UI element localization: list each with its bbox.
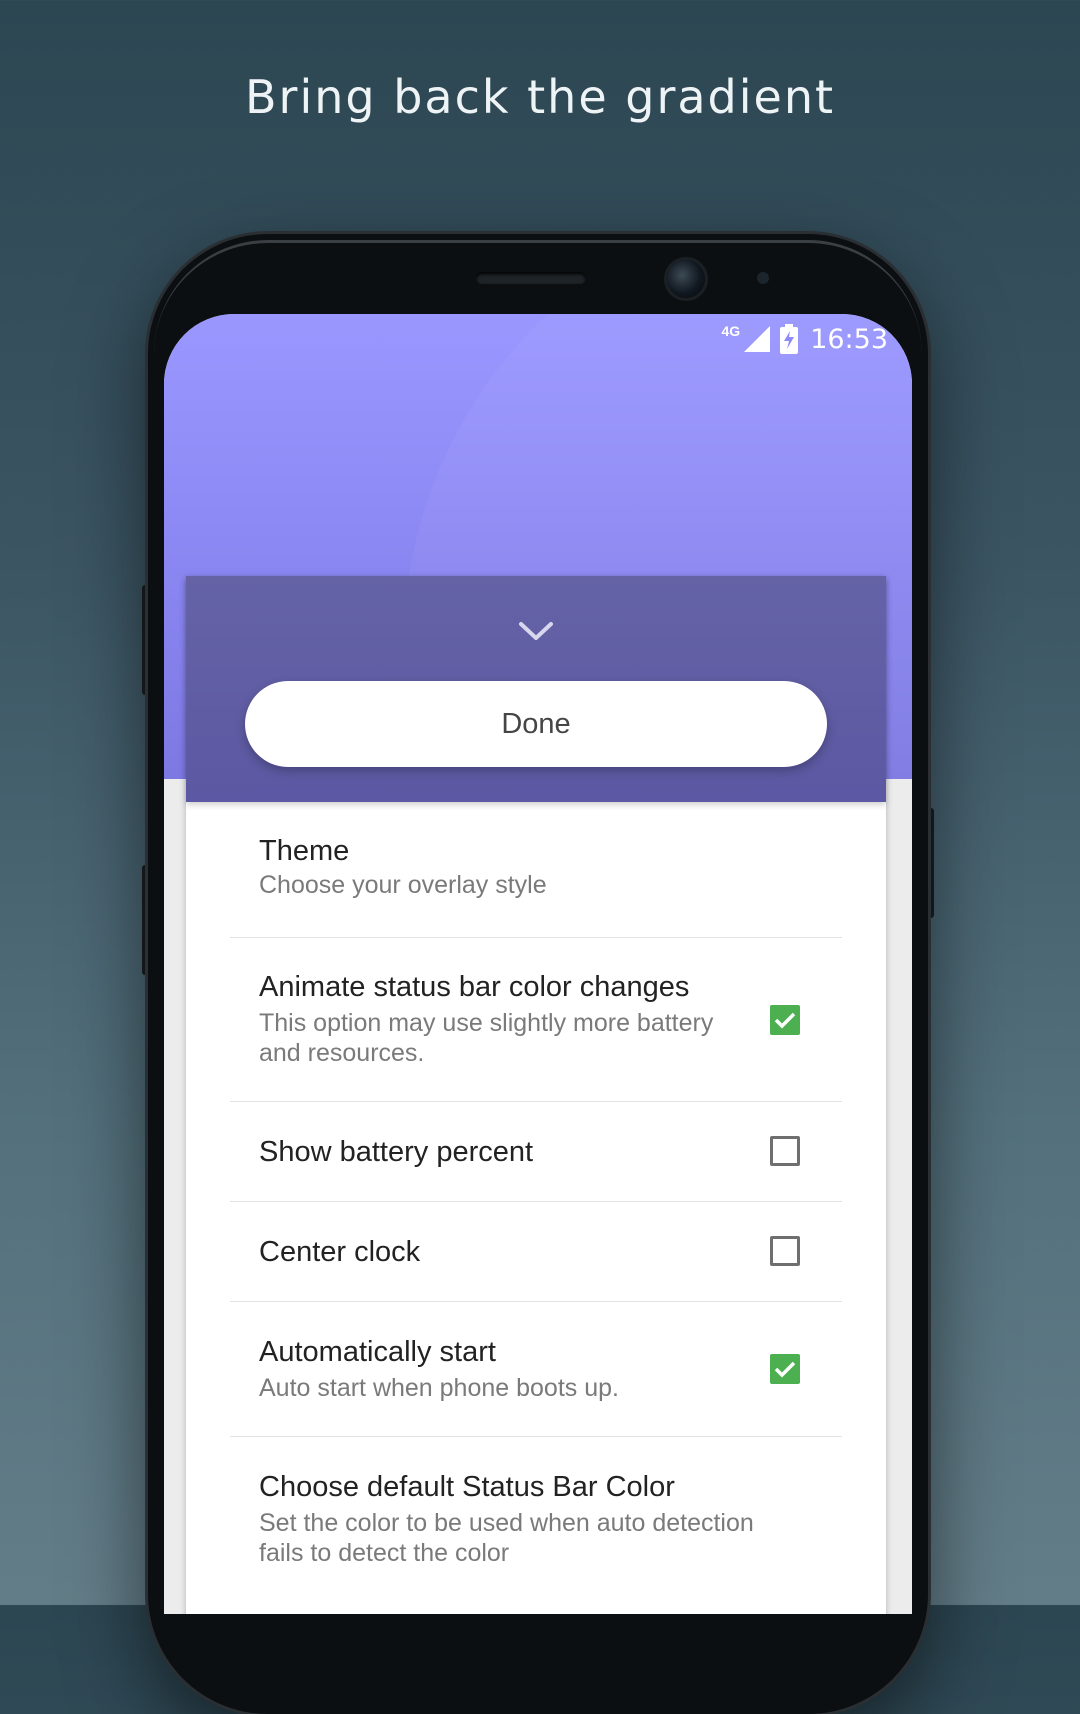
setting-title: Center clock: [259, 1236, 421, 1268]
setting-title: Show battery percent: [259, 1136, 534, 1168]
setting-subtitle: Choose your overlay style: [259, 871, 547, 899]
done-button[interactable]: Done: [245, 681, 827, 767]
sheet-header: Done: [186, 576, 886, 802]
setting-subtitle: Auto start when phone boots up.: [259, 1374, 619, 1402]
setting-default-status-bar-color[interactable]: Choose default Status Bar Color Set the …: [230, 1437, 842, 1601]
setting-animate-status-bar[interactable]: Animate status bar color changes This op…: [230, 938, 842, 1102]
setting-subtitle: Set the color to be used when auto detec…: [259, 1509, 754, 1567]
check-icon: [774, 1361, 796, 1378]
proximity-sensor: [757, 272, 769, 284]
setting-automatically-start[interactable]: Automatically start Auto start when phon…: [230, 1302, 842, 1437]
check-icon: [774, 1012, 796, 1029]
battery-percent-checkbox[interactable]: [770, 1136, 800, 1166]
setting-theme[interactable]: Theme Choose your overlay style: [230, 802, 842, 938]
front-camera: [667, 260, 705, 298]
setting-title: Theme: [259, 835, 350, 867]
settings-list: Theme Choose your overlay style Animate …: [186, 802, 886, 1601]
animate-checkbox[interactable]: [770, 1005, 800, 1035]
setting-title: Animate status bar color changes: [259, 971, 690, 1003]
status-clock: 16:53: [810, 323, 888, 355]
settings-sheet: Done Theme Choose your overlay style Ani…: [186, 576, 886, 1614]
network-type: 4G: [721, 323, 741, 339]
signal-icon: [744, 326, 771, 352]
power-button: [928, 808, 934, 918]
earpiece-speaker: [476, 272, 586, 284]
setting-title: Choose default Status Bar Color: [259, 1471, 675, 1503]
chevron-down-icon[interactable]: [515, 618, 557, 644]
auto-start-checkbox[interactable]: [770, 1354, 800, 1384]
center-clock-checkbox[interactable]: [770, 1236, 800, 1266]
headline: Bring back the gradient: [244, 70, 836, 124]
setting-center-clock[interactable]: Center clock: [230, 1202, 842, 1302]
battery-charging-icon: [780, 324, 799, 354]
setting-subtitle: This option may use slightly more batter…: [259, 1009, 714, 1067]
setting-title: Automatically start: [259, 1336, 496, 1368]
setting-show-battery-percent[interactable]: Show battery percent: [230, 1102, 842, 1202]
status-bar: 4G 16:53: [164, 314, 912, 364]
phone-screen: 4G 16:53 Done Theme Choose your overlay …: [164, 314, 912, 1614]
